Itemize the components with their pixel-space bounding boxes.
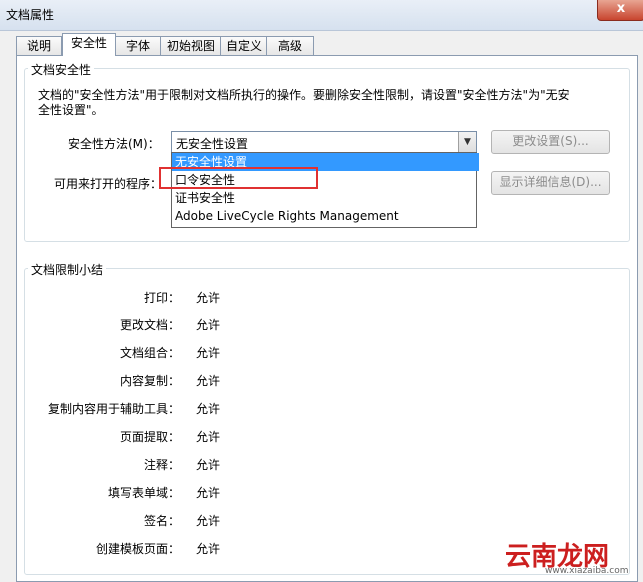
security-method-select[interactable]: 无安全性设置 ▼ <box>171 131 477 154</box>
show-details-button[interactable]: 显示详细信息(D)... <box>491 171 610 195</box>
security-group-title: 文档安全性 <box>28 61 95 78</box>
summary-label-comments: 注释： <box>143 458 180 472</box>
summary-label-modify: 更改文档： <box>119 318 180 332</box>
open-with-label: 可用来打开的程序： <box>54 177 163 191</box>
option-livecycle-rights[interactable]: Adobe LiveCycle Rights Management <box>172 207 479 225</box>
summary-value-form-fill: 允许 <box>196 486 221 500</box>
security-description: 文档的"安全性方法"用于限制对文档所执行的操作。要删除安全性限制，请设置"安全性… <box>38 88 570 117</box>
site-watermark: 云南龙网 www.xiazaiba.com <box>505 534 635 578</box>
close-button[interactable]: x <box>597 0 643 21</box>
summary-value-print: 允许 <box>196 291 221 305</box>
summary-label-page-extraction: 页面提取： <box>119 430 180 444</box>
tab-security[interactable]: 安全性 <box>62 33 116 56</box>
security-method-dropdown: 无安全性设置 口令安全性 证书安全性 Adobe LiveCycle Right… <box>171 152 479 228</box>
security-method-value: 无安全性设置 <box>176 137 249 151</box>
tab-advanced[interactable]: 高级 <box>266 36 314 55</box>
summary-label-print: 打印： <box>143 291 180 305</box>
window-title: 文档属性 <box>6 8 55 22</box>
summary-label-accessibility: 复制内容用于辅助工具： <box>47 402 180 416</box>
summary-value-assembly: 允许 <box>196 346 221 360</box>
annotation-highlight-box <box>159 167 318 189</box>
summary-group-title: 文档限制小结 <box>28 261 107 278</box>
summary-value-page-extraction: 允许 <box>196 430 221 444</box>
chevron-down-icon[interactable]: ▼ <box>458 132 476 153</box>
summary-value-comments: 允许 <box>196 458 221 472</box>
summary-label-assembly: 文档组合： <box>119 346 180 360</box>
summary-value-signing: 允许 <box>196 514 221 528</box>
tab-description[interactable]: 说明 <box>16 36 62 55</box>
security-method-label: 安全性方法(M)： <box>68 137 160 151</box>
summary-value-accessibility: 允许 <box>196 402 221 416</box>
tab-initial-view[interactable]: 初始视图 <box>160 36 222 55</box>
summary-label-form-fill: 填写表单域： <box>107 486 180 500</box>
tab-custom[interactable]: 自定义 <box>220 36 268 55</box>
summary-value-copy: 允许 <box>196 374 221 388</box>
watermark-url: www.xiazaiba.com <box>545 566 629 576</box>
summary-value-template-pages: 允许 <box>196 542 221 556</box>
tab-fonts[interactable]: 字体 <box>114 36 162 55</box>
title-bar: 文档属性 x <box>0 0 643 31</box>
summary-value-modify: 允许 <box>196 318 221 332</box>
summary-label-copy: 内容复制： <box>119 374 180 388</box>
summary-label-signing: 签名： <box>143 514 180 528</box>
close-icon: x <box>616 1 626 16</box>
summary-label-template-pages: 创建模板页面： <box>95 542 180 556</box>
option-certificate-security[interactable]: 证书安全性 <box>172 189 479 207</box>
change-settings-button[interactable]: 更改设置(S)... <box>491 130 610 154</box>
